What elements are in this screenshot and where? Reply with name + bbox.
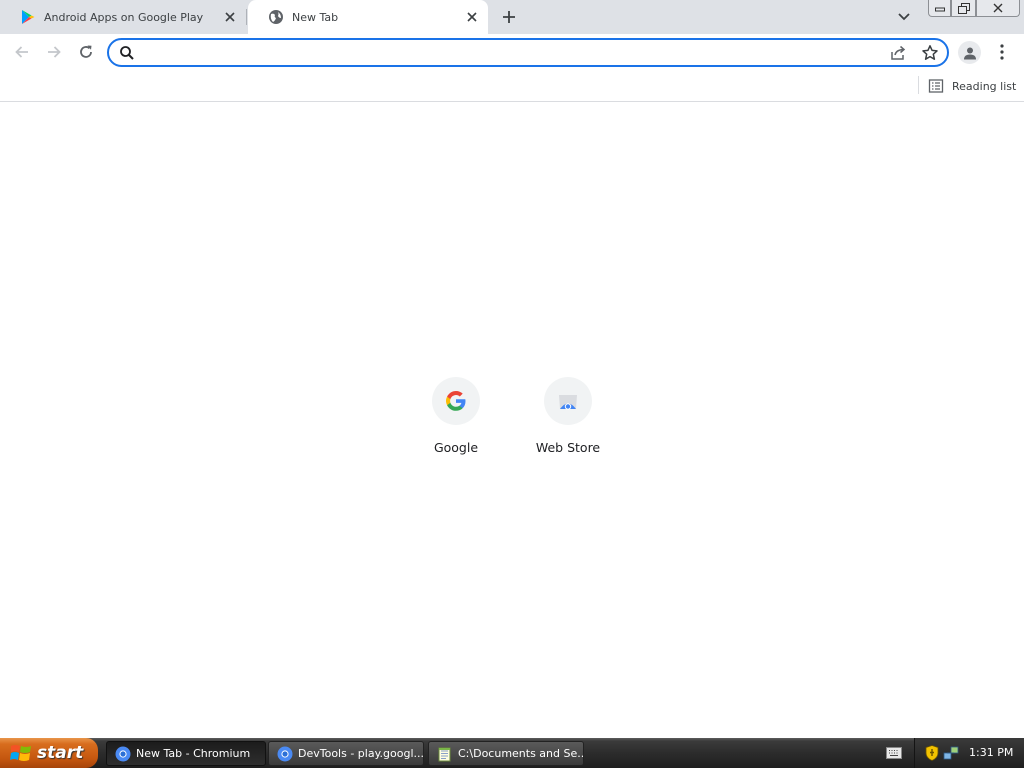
forward-button[interactable] — [42, 40, 66, 64]
google-play-icon — [22, 10, 35, 24]
start-label: start — [37, 743, 84, 763]
taskbar-item-chromium[interactable]: New Tab - Chromium — [106, 741, 266, 766]
tab-divider — [246, 9, 247, 25]
reading-list-label: Reading list — [952, 79, 1017, 93]
bookmarks-bar: Reading list — [0, 71, 1024, 102]
tab-strip: Android Apps on Google Play New Tab — [0, 0, 1024, 34]
notepad-icon — [438, 747, 451, 761]
taskbar-item-notepad[interactable]: C:\Documents and Se... — [428, 741, 584, 766]
close-icon — [467, 12, 477, 22]
shortcut-icon-container — [544, 377, 592, 425]
network-icon[interactable] — [943, 745, 959, 761]
address-bar[interactable] — [107, 38, 949, 67]
shortcut-tile-google[interactable]: Google — [400, 371, 512, 467]
close-icon — [993, 3, 1003, 13]
reload-button[interactable] — [74, 40, 98, 64]
reading-list-icon — [928, 79, 944, 93]
avatar-icon — [963, 47, 976, 59]
share-icon[interactable] — [889, 44, 907, 62]
tab-google-play[interactable]: Android Apps on Google Play — [0, 0, 246, 34]
web-store-icon — [559, 395, 577, 410]
chromium-icon — [277, 746, 293, 761]
arrow-left-icon — [15, 46, 28, 58]
new-tab-button[interactable] — [498, 6, 520, 28]
start-button[interactable]: start — [0, 738, 98, 768]
keyboard-icon[interactable] — [886, 746, 902, 760]
close-window-button[interactable] — [976, 0, 1020, 17]
windows-logo-icon — [10, 745, 31, 761]
back-button[interactable] — [10, 40, 34, 64]
taskbar-item-devtools[interactable]: DevTools - play.googl... — [268, 741, 424, 766]
close-tab-button[interactable] — [464, 9, 480, 25]
plus-icon — [503, 11, 515, 23]
close-icon — [225, 12, 235, 22]
taskbar-clock: 1:31 PM — [969, 746, 1014, 759]
tab-title: Android Apps on Google Play — [44, 10, 204, 24]
profile-button[interactable] — [958, 41, 981, 64]
shortcut-icon-container — [432, 377, 480, 425]
taskbar: start New Tab - Chromium DevTools - play… — [0, 738, 1024, 768]
system-tray: 1:31 PM — [914, 738, 1024, 768]
chromium-icon — [115, 746, 131, 761]
close-tab-button[interactable] — [222, 9, 238, 25]
bookmarks-divider — [918, 76, 919, 94]
menu-button[interactable] — [992, 42, 1012, 62]
tab-title: New Tab — [292, 10, 339, 24]
taskbar-item-label: DevTools - play.googl... — [298, 747, 423, 760]
more-vert-icon — [1000, 44, 1004, 60]
minimize-window-button[interactable] — [928, 0, 951, 17]
chevron-down-icon — [898, 13, 910, 21]
star-icon[interactable] — [921, 44, 939, 62]
minimize-icon — [934, 7, 945, 12]
search-icon — [120, 46, 134, 60]
google-g-icon — [446, 391, 466, 411]
tab-new-tab[interactable]: New Tab — [248, 0, 488, 34]
shortcut-tile-web-store[interactable]: Web Store — [512, 371, 624, 467]
reading-list-button[interactable]: Reading list — [928, 75, 1016, 97]
browser-toolbar — [0, 34, 1024, 71]
globe-icon — [269, 10, 283, 24]
arrow-right-icon — [48, 46, 61, 58]
shortcut-label: Web Store — [535, 440, 601, 455]
security-shield-icon[interactable] — [925, 745, 939, 761]
taskbar-item-label: New Tab - Chromium — [136, 747, 251, 760]
address-input[interactable] — [141, 43, 881, 63]
taskbar-item-label: C:\Documents and Se... — [458, 747, 583, 760]
tab-search-button[interactable] — [894, 7, 914, 27]
restore-icon — [957, 2, 970, 14]
restore-window-button[interactable] — [951, 0, 976, 17]
new-tab-page: Google Web Store — [0, 103, 1024, 738]
reload-icon — [80, 45, 92, 58]
shortcut-label: Google — [433, 440, 479, 455]
